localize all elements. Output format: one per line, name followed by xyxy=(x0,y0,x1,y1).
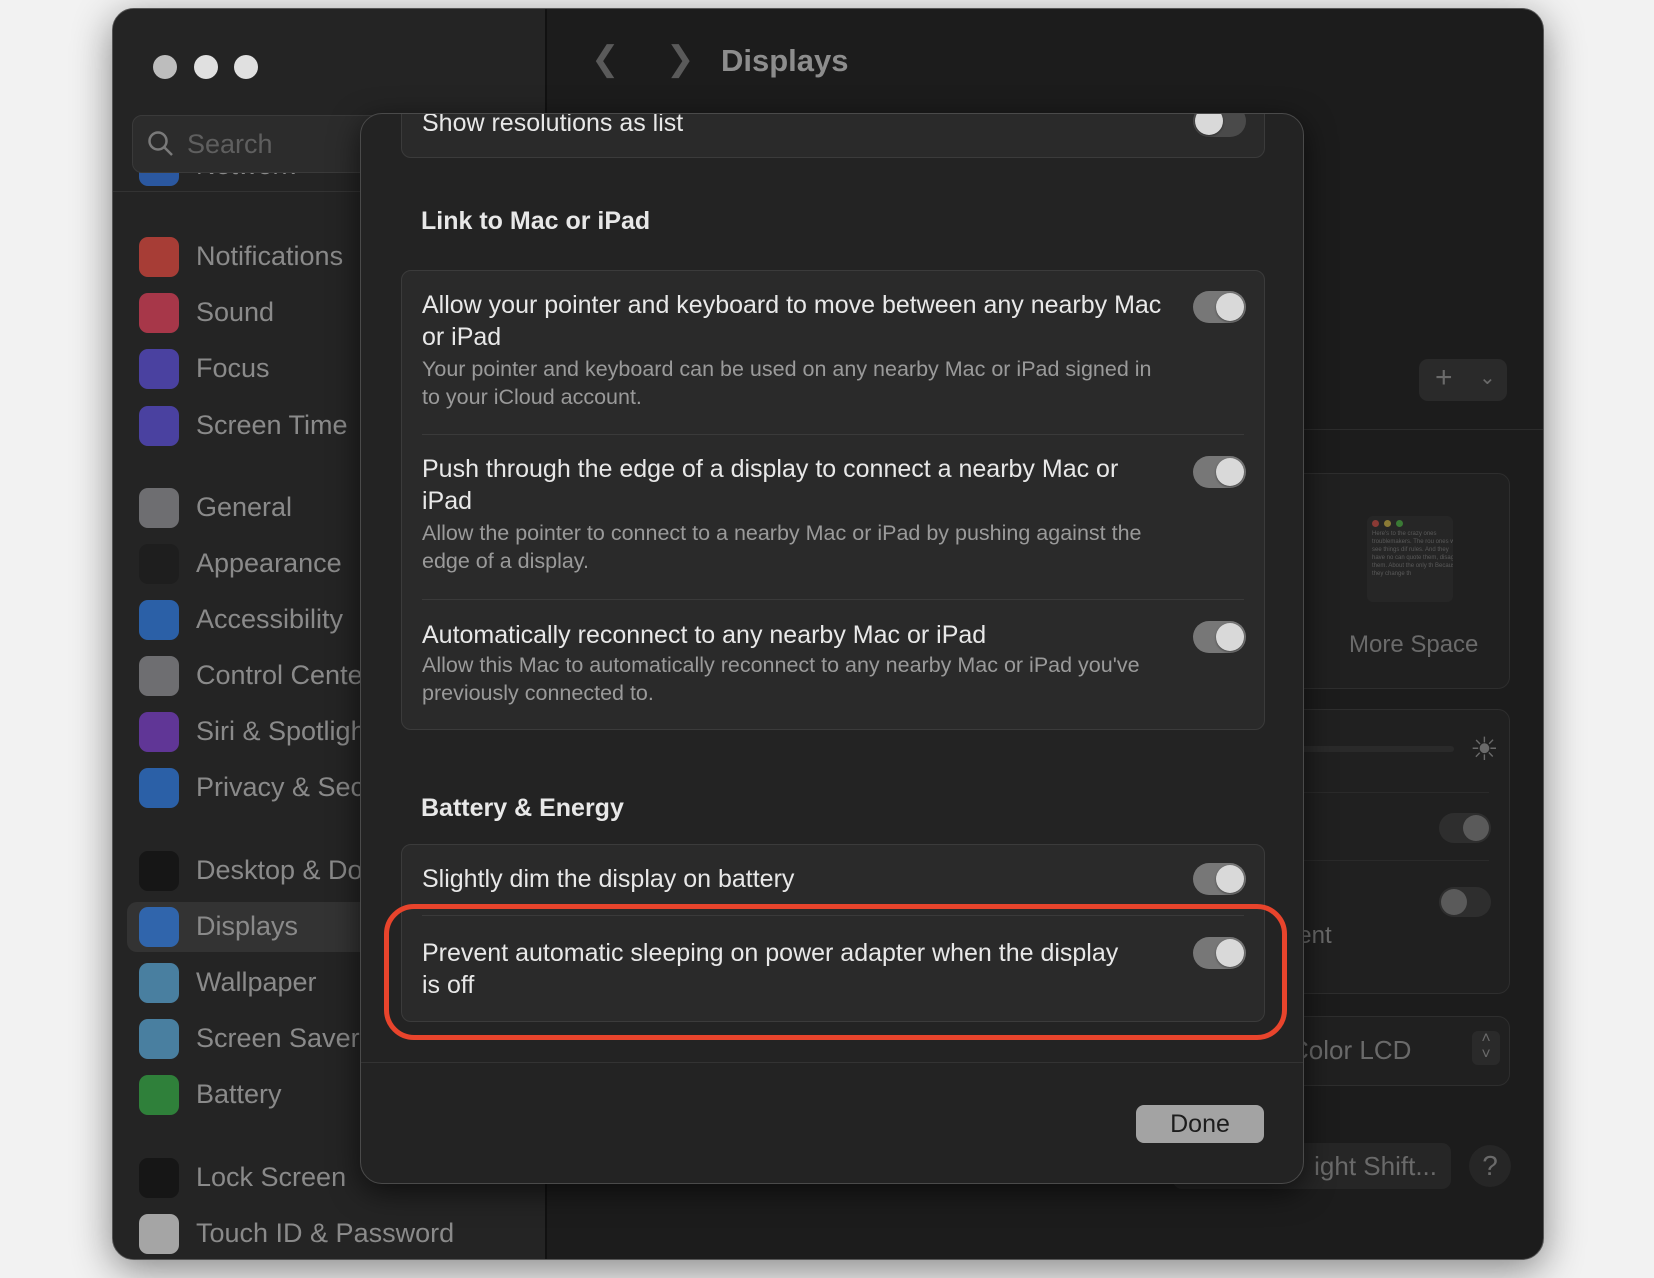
hourglass-icon xyxy=(139,406,179,446)
zoom-button[interactable] xyxy=(234,55,258,79)
done-button[interactable]: Done xyxy=(1136,1105,1264,1143)
sidebar-item-label: Battery xyxy=(196,1079,282,1109)
top-group: Show resolutions as list xyxy=(401,113,1265,158)
sidebar-item-label: Control Center xyxy=(196,660,372,690)
flower-icon xyxy=(139,963,179,1003)
section-heading-link: Link to Mac or iPad xyxy=(421,207,651,235)
more-space-label: More Space xyxy=(1349,631,1479,658)
chevron-down-icon: ⌄ xyxy=(1479,367,1496,389)
background-toggle-off[interactable] xyxy=(1439,887,1491,917)
row-title: Push through the edge of a display to co… xyxy=(422,455,1119,515)
sidebar-item-label: Lock Screen xyxy=(196,1162,347,1192)
row-subtitle: Your pointer and keyboard can be used on… xyxy=(422,357,1152,409)
row-subtitle: Allow this Mac to automatically reconnec… xyxy=(422,653,1140,705)
dim-on-battery-toggle[interactable] xyxy=(1193,863,1246,895)
close-button[interactable] xyxy=(153,55,177,79)
dock-icon xyxy=(139,851,179,891)
siri-icon xyxy=(139,712,179,752)
highlight-annotation xyxy=(384,904,1287,1040)
footer-divider xyxy=(361,1062,1303,1063)
lock-icon xyxy=(139,1158,179,1198)
minimize-button[interactable] xyxy=(194,55,218,79)
moon-icon xyxy=(139,349,179,389)
row-title: Slightly dim the display on battery xyxy=(422,865,795,893)
sidebar-item-label: Sound xyxy=(196,297,275,327)
sidebar-item-label: Screen Time xyxy=(196,410,348,440)
gear-icon xyxy=(139,488,179,528)
sidebar-item-label: Wallpaper xyxy=(196,967,317,997)
display-select[interactable]: Color LCD xyxy=(1290,1035,1411,1066)
sidebar-item-label: Displays xyxy=(196,911,299,941)
page-title: Displays xyxy=(721,43,849,78)
pointer-keyboard-toggle[interactable] xyxy=(1193,291,1246,323)
back-button[interactable]: ❮ xyxy=(591,39,620,79)
sidebar-item-label: Screen Saver xyxy=(196,1023,360,1053)
stepper-icon[interactable]: ˄ ˅ xyxy=(1472,1031,1500,1065)
hand-icon xyxy=(139,768,179,808)
screensaver-icon xyxy=(139,1019,179,1059)
fingerprint-icon xyxy=(139,1214,179,1254)
sidebar-item-label: Siri & Spotlight xyxy=(196,716,374,746)
sidebar-item-label: Touch ID & Password xyxy=(196,1218,455,1248)
row-title: Show resolutions as list xyxy=(422,113,684,137)
sun-icon: ☀ xyxy=(1470,731,1499,767)
switches-icon xyxy=(139,656,179,696)
accessibility-icon xyxy=(139,600,179,640)
auto-reconnect-toggle[interactable] xyxy=(1193,621,1246,653)
search-icon xyxy=(148,131,173,156)
row-title: Automatically reconnect to any nearby Ma… xyxy=(422,621,987,649)
add-display-button[interactable]: + ⌄ xyxy=(1419,359,1507,401)
row-subtitle: Allow the pointer to connect to a nearby… xyxy=(422,521,1142,573)
speaker-icon xyxy=(139,293,179,333)
row-title: Allow your pointer and keyboard to move … xyxy=(422,291,1162,351)
plus-icon: + xyxy=(1435,361,1453,394)
battery-icon xyxy=(139,1075,179,1115)
push-through-edge-toggle[interactable] xyxy=(1193,456,1246,488)
appearance-icon xyxy=(139,544,179,584)
bell-icon xyxy=(139,237,179,277)
sidebar-item-label: Accessibility xyxy=(196,604,344,634)
sidebar-item-label: General xyxy=(196,492,293,522)
help-button[interactable]: ? xyxy=(1469,1145,1511,1187)
sidebar-item-touch-id-password[interactable]: Touch ID & Password xyxy=(127,1209,537,1259)
forward-button[interactable]: ❯ xyxy=(666,39,695,79)
link-group: Allow your pointer and keyboard to move … xyxy=(401,270,1265,730)
background-toggle-on[interactable] xyxy=(1439,813,1491,843)
show-resolutions-toggle[interactable] xyxy=(1193,114,1246,137)
sidebar-item-label: Notifications xyxy=(196,241,344,271)
sun-icon xyxy=(139,907,179,947)
sidebar-item-label: Focus xyxy=(196,353,270,383)
section-heading-battery: Battery & Energy xyxy=(421,794,624,822)
sidebar-item-label: Appearance xyxy=(196,548,342,578)
search-placeholder: Search xyxy=(187,129,273,159)
more-space-thumbnail: Here's to the crazy ones troublemakers. … xyxy=(1367,516,1453,602)
